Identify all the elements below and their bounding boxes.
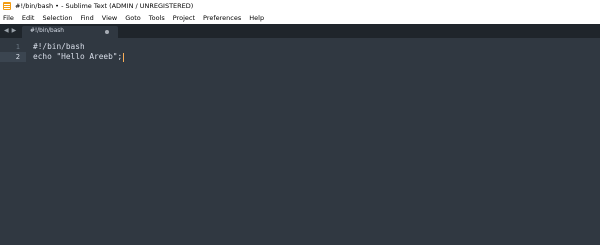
tab-strip: ◀ ▶ #!/bin/bash (0, 24, 600, 38)
sublime-text-window: #!/bin/bash • - Sublime Text (ADMIN / UN… (0, 0, 600, 245)
title-bar: #!/bin/bash • - Sublime Text (ADMIN / UN… (0, 0, 600, 12)
tab-navigation: ◀ ▶ (4, 26, 16, 36)
code-line[interactable]: echo "Hello Areeb"; (33, 52, 122, 62)
menu-file[interactable]: File (3, 14, 14, 22)
line-number: 1 (15, 43, 20, 51)
menu-selection[interactable]: Selection (42, 14, 72, 22)
menu-preferences[interactable]: Preferences (203, 14, 241, 22)
tab-bin-bash[interactable]: #!/bin/bash (22, 26, 118, 38)
code-line[interactable]: #!/bin/bash (33, 42, 85, 52)
menu-bar: File Edit Selection Find View Goto Tools… (0, 12, 600, 24)
tab-label: #!/bin/bash (30, 28, 64, 34)
menu-edit[interactable]: Edit (22, 14, 35, 22)
menu-project[interactable]: Project (173, 14, 195, 22)
menu-find[interactable]: Find (80, 14, 93, 22)
tab-prev-icon[interactable]: ◀ (4, 26, 9, 36)
text-cursor (123, 52, 124, 62)
menu-help[interactable]: Help (249, 14, 264, 22)
menu-goto[interactable]: Goto (125, 14, 141, 22)
line-number-gutter: 1 2 (0, 38, 26, 245)
modified-dot-icon[interactable] (105, 30, 109, 34)
menu-tools[interactable]: Tools (149, 14, 165, 22)
sublime-text-icon (3, 2, 11, 10)
window-title: #!/bin/bash • - Sublime Text (ADMIN / UN… (15, 2, 194, 10)
menu-view[interactable]: View (102, 14, 117, 22)
code-editor[interactable]: 1 2 #!/bin/bash echo "Hello Areeb"; (0, 38, 600, 245)
line-number: 2 (15, 53, 20, 61)
tab-next-icon[interactable]: ▶ (12, 26, 17, 36)
